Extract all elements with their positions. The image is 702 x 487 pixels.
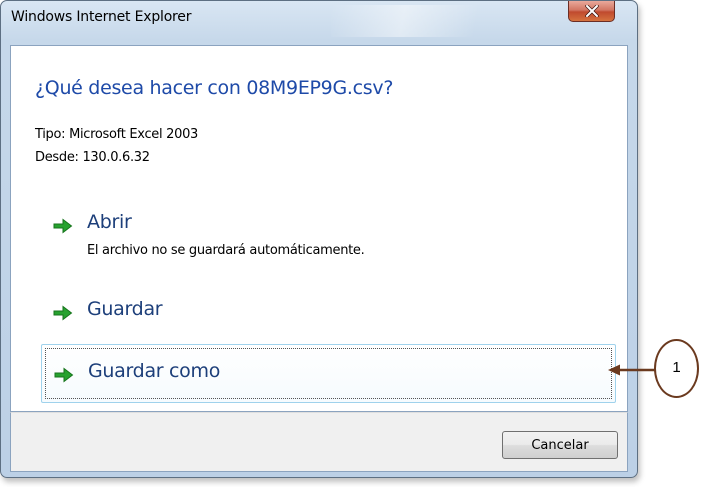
dialog-window: Windows Internet Explorer ¿Qué desea hac…	[0, 0, 638, 478]
save-as-option-label: Guardar como	[88, 360, 221, 382]
file-source-info: Desde: 130.0.6.32	[35, 150, 150, 165]
callout-arrow-icon	[608, 364, 656, 376]
file-type-info: Tipo: Microsoft Excel 2003	[35, 127, 199, 142]
green-arrow-icon	[53, 305, 73, 321]
green-arrow-icon	[53, 218, 73, 234]
cancel-button[interactable]: Cancelar	[502, 431, 618, 459]
save-option[interactable]: Guardar	[41, 293, 616, 333]
open-option[interactable]: Abrir El archivo no se guardará automáti…	[41, 206, 616, 266]
green-arrow-icon	[54, 367, 74, 383]
callout-circle: 1	[654, 339, 699, 398]
save-as-option[interactable]: Guardar como	[41, 344, 616, 403]
dialog-content: ¿Qué desea hacer con 08M9EP9G.csv? Tipo:…	[10, 45, 628, 412]
title-bar-glass	[331, 5, 511, 37]
window-title: Windows Internet Explorer	[11, 9, 192, 25]
open-option-label: Abrir	[87, 211, 132, 233]
screenshot-stage: Windows Internet Explorer ¿Qué desea hac…	[0, 0, 702, 487]
download-question: ¿Qué desea hacer con 08M9EP9G.csv?	[35, 77, 394, 99]
save-option-label: Guardar	[87, 298, 163, 320]
close-icon	[584, 5, 599, 17]
dialog-footer: Cancelar	[10, 412, 628, 472]
open-option-note: El archivo no se guardará automáticament…	[87, 243, 365, 258]
close-button[interactable]	[568, 1, 615, 22]
callout-number: 1	[672, 359, 681, 376]
